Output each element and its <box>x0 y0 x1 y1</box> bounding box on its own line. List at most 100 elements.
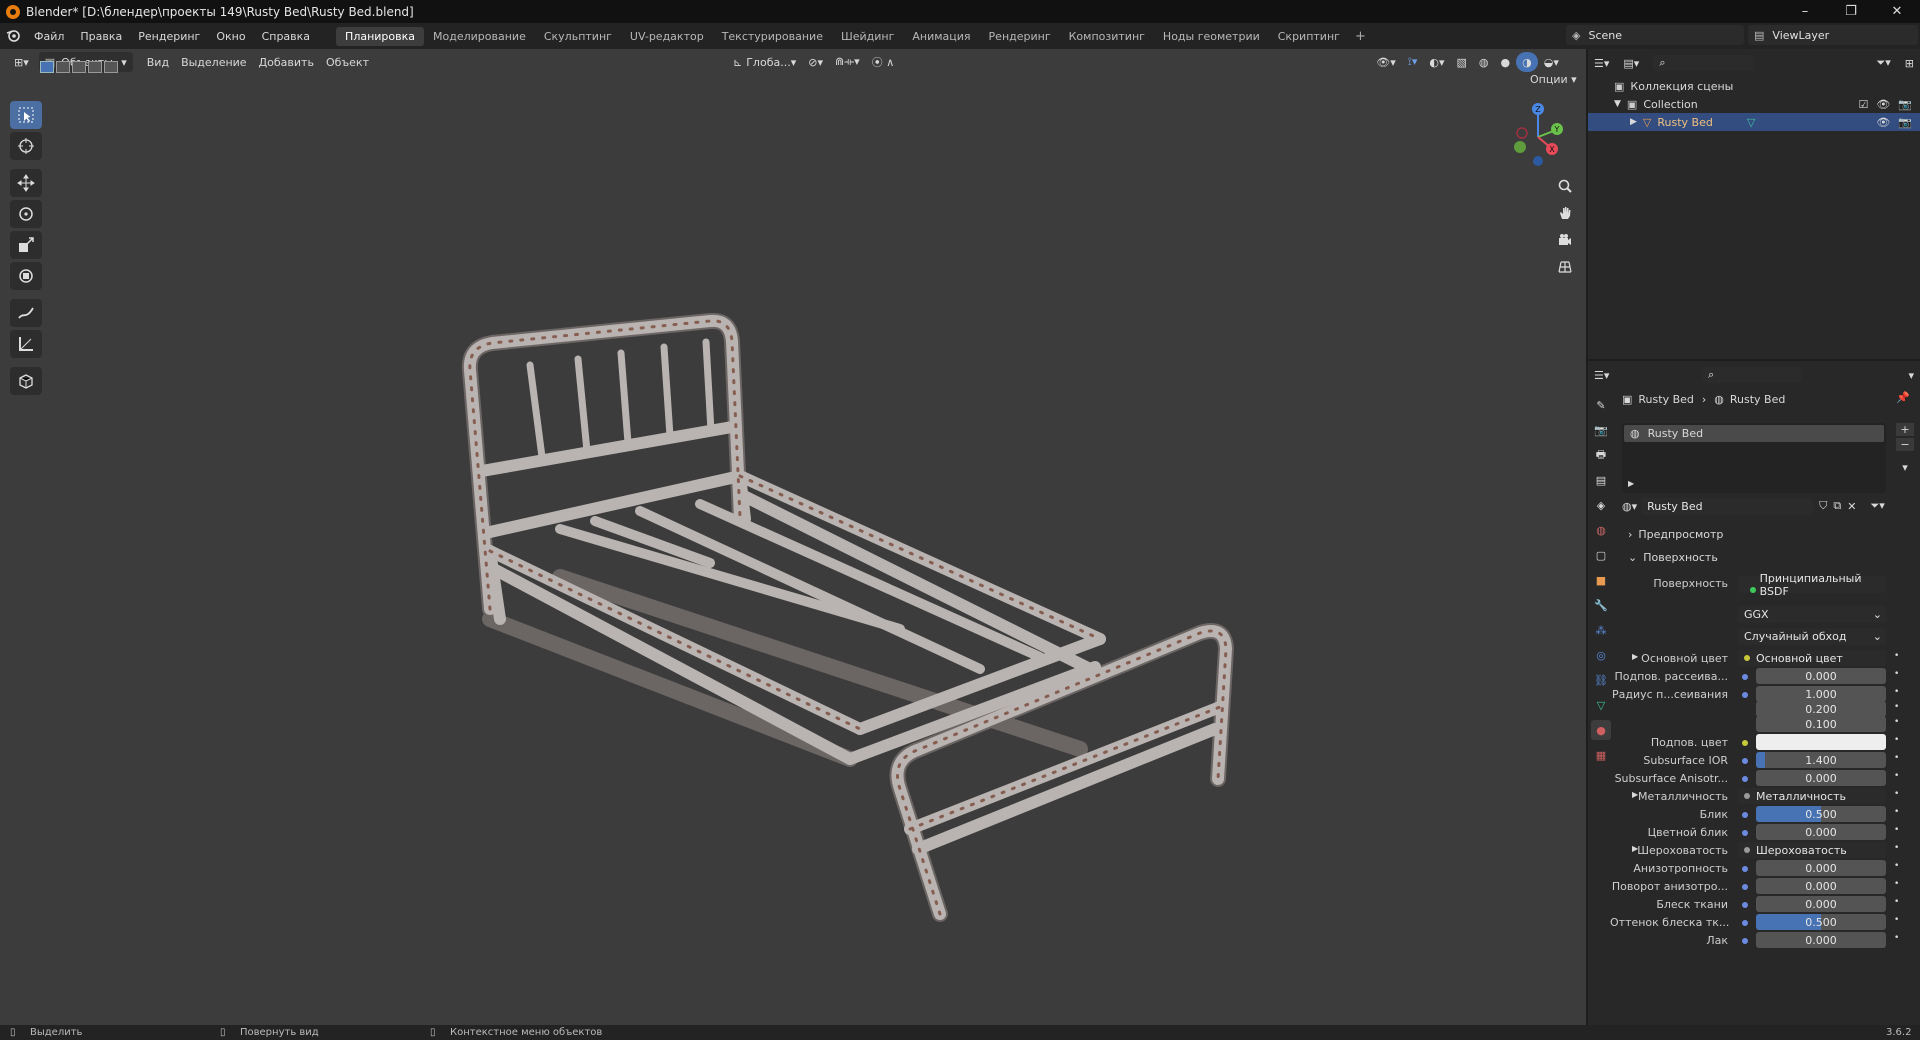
navigation-gizmo[interactable]: Z Y X <box>1508 99 1568 169</box>
snap-icon[interactable]: ⋒⟛▾ <box>829 52 866 72</box>
cursor-tool[interactable] <box>10 132 42 160</box>
keyframe-icon[interactable]: • <box>1894 669 1899 679</box>
number-field[interactable]: 0.000 <box>1756 896 1886 912</box>
new-collection-icon[interactable]: ⊞ <box>1905 57 1914 70</box>
unlink-material-icon[interactable]: ✕ <box>1847 500 1856 513</box>
socket-icon[interactable] <box>1742 884 1748 890</box>
number-field[interactable]: 1.400 <box>1756 752 1886 768</box>
socket-icon[interactable] <box>1742 740 1748 746</box>
add-workspace-button[interactable]: + <box>1349 29 1372 44</box>
number-field[interactable]: 0.500 <box>1756 806 1886 822</box>
expand-right-icon[interactable]: ▶ <box>1628 479 1634 488</box>
menu-view[interactable]: Вид <box>141 52 175 72</box>
eye-icon[interactable]: 👁 <box>1876 116 1890 129</box>
render-tab-icon[interactable]: 📷 <box>1591 420 1611 440</box>
maximize-button[interactable]: ❐ <box>1828 0 1874 23</box>
world-tab-icon[interactable]: ◍ <box>1591 520 1611 540</box>
3d-viewport[interactable]: ⊞▾ ▣ Объекты ▾ Вид Выделение Добавить Об… <box>0 49 1586 1025</box>
select-new-icon[interactable] <box>40 61 54 73</box>
annotate-tool[interactable] <box>10 299 42 327</box>
pan-view-icon[interactable] <box>1553 201 1577 225</box>
socket-icon[interactable] <box>1742 938 1748 944</box>
add-cube-tool[interactable] <box>10 367 42 395</box>
socket-icon[interactable] <box>1742 812 1748 818</box>
remove-slot-button[interactable]: − <box>1896 438 1914 451</box>
material-name-field[interactable]: Rusty Bed <box>1641 497 1814 515</box>
add-slot-button[interactable]: + <box>1896 423 1914 436</box>
particles-tab-icon[interactable]: ⁂ <box>1591 620 1611 640</box>
keyframe-icon[interactable]: • <box>1894 843 1899 853</box>
keyframe-icon[interactable]: • <box>1894 915 1899 925</box>
keyframe-icon[interactable]: • <box>1894 789 1899 799</box>
expand-right-icon[interactable]: ▶ <box>1632 652 1638 661</box>
select-extend-icon[interactable] <box>56 61 70 73</box>
material-tab-icon[interactable]: ● <box>1591 720 1611 740</box>
color-swatch-field[interactable] <box>1756 734 1886 750</box>
keyframe-icon[interactable]: • <box>1894 717 1899 727</box>
number-field[interactable]: 0.200 <box>1756 701 1886 717</box>
socket-icon[interactable] <box>1742 758 1748 764</box>
zoom-view-icon[interactable] <box>1553 174 1577 198</box>
socket-icon[interactable] <box>1742 692 1748 698</box>
menu-help[interactable]: Справка <box>254 30 318 43</box>
menu-add[interactable]: Добавить <box>253 52 320 72</box>
transform-tool[interactable] <box>10 262 42 290</box>
camera-view-icon[interactable] <box>1553 228 1577 252</box>
rusty-bed-model[interactable] <box>440 289 1240 969</box>
minimize-button[interactable]: – <box>1782 0 1828 23</box>
properties-search-input[interactable]: ⌕ <box>1702 367 1802 383</box>
filter-icon[interactable]: ⏷▾ <box>1876 56 1890 70</box>
socket-icon[interactable] <box>1742 920 1748 926</box>
subsurface-method-dropdown[interactable]: Случайный обход ⌄ <box>1738 628 1886 645</box>
rotate-tool[interactable] <box>10 200 42 228</box>
keyframe-icon[interactable]: • <box>1894 651 1899 661</box>
surface-shader-field[interactable]: Принципиальный BSDF <box>1738 572 1886 598</box>
gizmo-toggle-icon[interactable]: ⟟▾ <box>1402 52 1424 72</box>
number-field[interactable]: 0.500 <box>1756 914 1886 930</box>
socket-icon[interactable] <box>1742 776 1748 782</box>
measure-tool[interactable] <box>10 330 42 358</box>
expand-right-icon[interactable]: ▶ <box>1632 790 1638 799</box>
material-filter-icon[interactable]: ⏷▾ <box>1870 499 1884 513</box>
expand-right-icon[interactable]: ▶ <box>1632 844 1638 853</box>
slot-specials-icon[interactable]: ▾ <box>1896 461 1914 474</box>
view-layer-selector[interactable]: ▤ ViewLayer <box>1748 25 1918 45</box>
data-tab-icon[interactable]: ▽ <box>1591 695 1611 715</box>
blender-menu-icon[interactable] <box>0 28 26 45</box>
keyframe-icon[interactable]: • <box>1894 825 1899 835</box>
close-button[interactable]: ✕ <box>1874 0 1920 23</box>
material-slot-item[interactable]: ◍ Rusty Bed <box>1624 425 1884 442</box>
constraints-tab-icon[interactable]: ⛓ <box>1591 670 1611 690</box>
scale-tool[interactable] <box>10 231 42 259</box>
menu-window[interactable]: Окно <box>208 30 253 43</box>
keyframe-icon[interactable]: • <box>1894 735 1899 745</box>
workspace-tab-texture-paint[interactable]: Текстурирование <box>713 27 832 46</box>
menu-select[interactable]: Выделение <box>175 52 253 72</box>
physics-tab-icon[interactable]: ◎ <box>1591 645 1611 665</box>
socket-icon[interactable] <box>1742 902 1748 908</box>
outliner-search-input[interactable]: ⌕ <box>1653 55 1754 71</box>
workspace-tab-geometry-nodes[interactable]: Ноды геометрии <box>1154 27 1269 46</box>
browse-material-icon[interactable]: ◍▾ <box>1622 500 1637 513</box>
menu-file[interactable]: Файл <box>26 30 72 43</box>
keyframe-icon[interactable]: • <box>1894 897 1899 907</box>
proportional-edit-icon[interactable]: ⦿ ∧ <box>866 52 901 72</box>
expand-right-icon[interactable]: ▶ <box>1630 117 1637 127</box>
socket-icon[interactable] <box>1742 866 1748 872</box>
workspace-tab-compositing[interactable]: Композитинг <box>1060 27 1154 46</box>
outliner-display-mode-icon[interactable]: ▤▾ <box>1623 57 1639 70</box>
workspace-tab-sculpting[interactable]: Скульптинг <box>535 27 621 46</box>
socket-icon[interactable] <box>1742 674 1748 680</box>
panel-surface-header[interactable]: ⌄ Поверхность <box>1628 549 1718 565</box>
shading-solid-icon[interactable]: ● <box>1495 52 1517 72</box>
exclude-checkbox-icon[interactable]: ☑ <box>1858 98 1868 111</box>
duplicate-material-icon[interactable]: ⧉ <box>1833 499 1841 513</box>
number-field[interactable]: 0.000 <box>1756 878 1886 894</box>
select-invert-icon[interactable] <box>88 61 102 73</box>
transform-orientation-dropdown[interactable]: ⊾ Глоба... ▾ <box>727 52 802 72</box>
workspace-tab-modeling[interactable]: Моделирование <box>424 27 535 46</box>
pivot-point-icon[interactable]: ⊘▾ <box>802 52 829 72</box>
number-field[interactable]: 0.100 <box>1756 716 1886 732</box>
number-field[interactable]: 0.000 <box>1756 824 1886 840</box>
workspace-tab-rendering[interactable]: Рендеринг <box>980 27 1060 46</box>
